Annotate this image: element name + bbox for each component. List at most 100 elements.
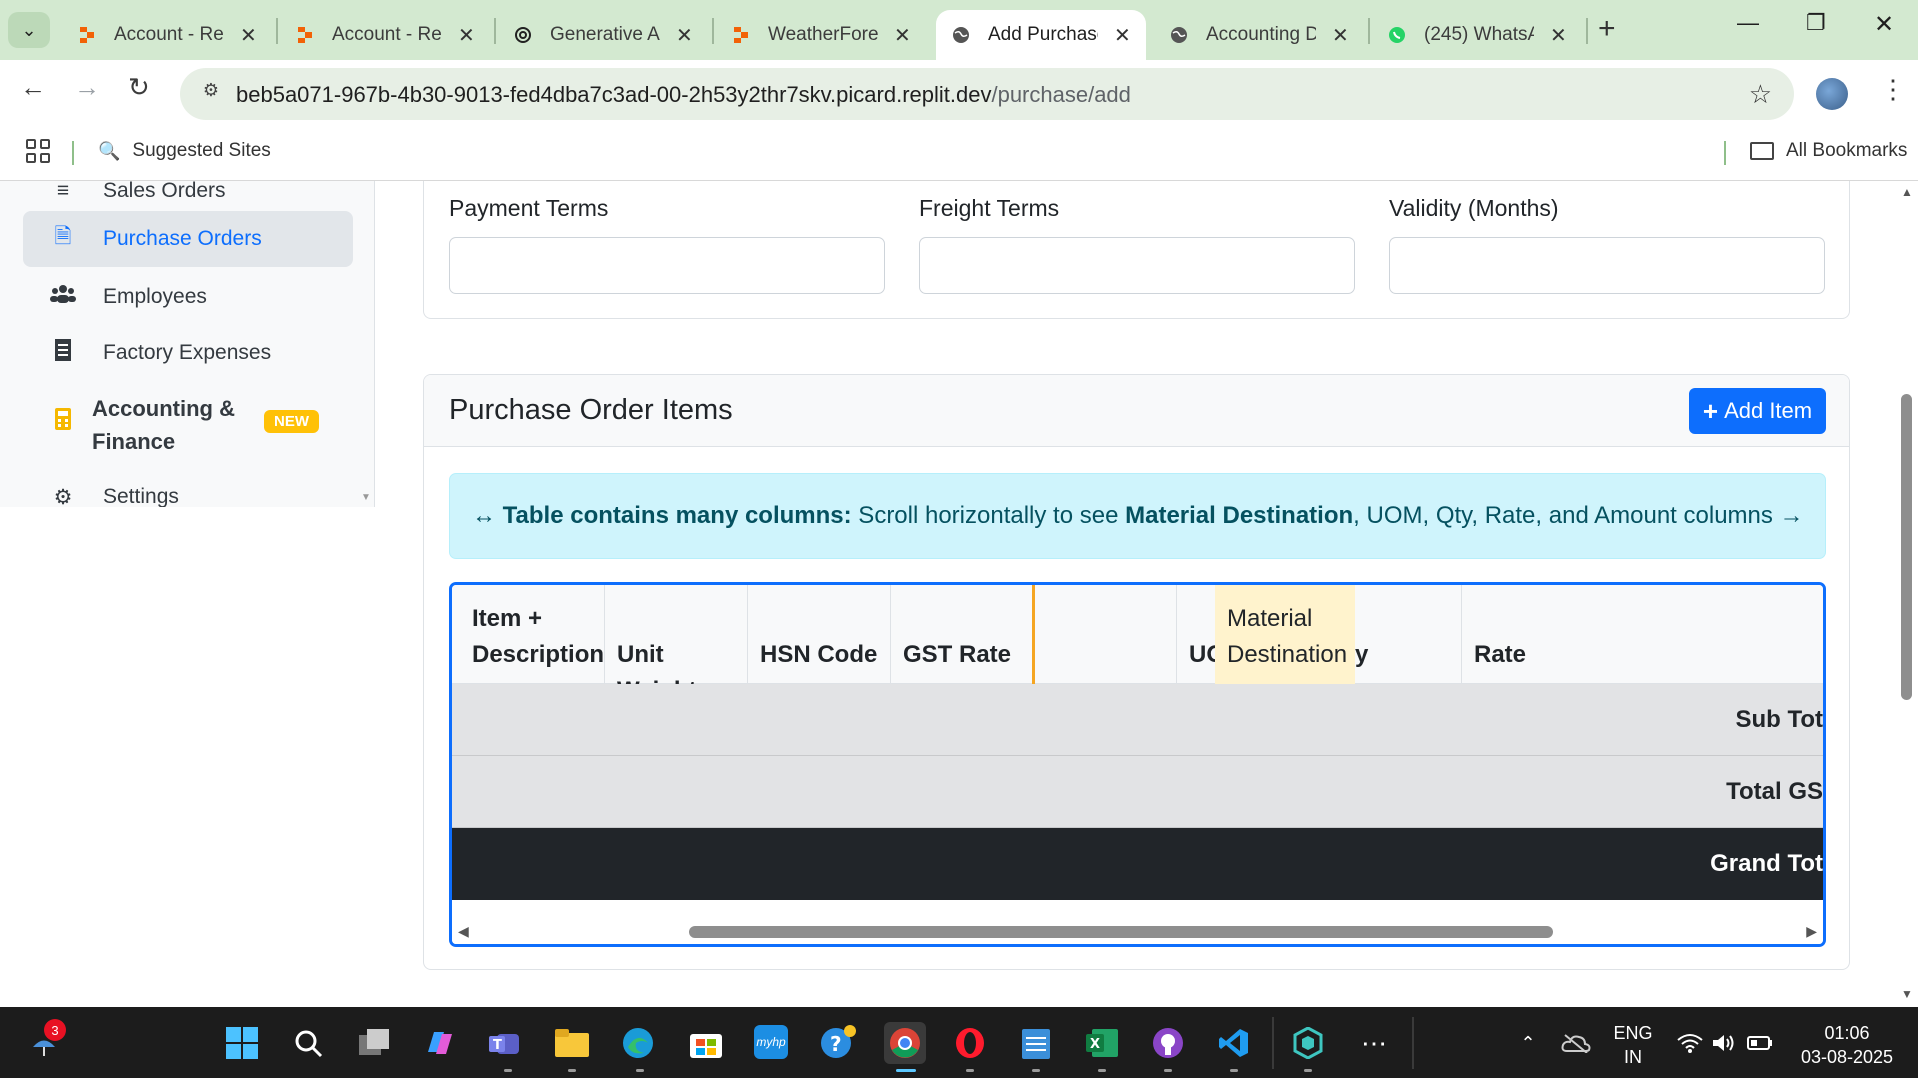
search-icon: 🔍 — [98, 140, 121, 161]
col-material-destination: Material Destination — [1215, 585, 1355, 684]
back-button[interactable]: ← — [20, 72, 46, 103]
sidebar-item-factory-expenses[interactable]: Factory Expenses — [23, 325, 353, 381]
close-icon[interactable]: ✕ — [240, 23, 257, 48]
address-bar[interactable]: ⚙ beb5a071-967b-4b30-9013-fed4dba7c3ad-0… — [180, 68, 1794, 120]
vscode-icon[interactable] — [1216, 1025, 1252, 1061]
browser-toolbar: ← → ↻ ⚙ beb5a071-967b-4b30-9013-fed4dba7… — [0, 60, 1918, 127]
battery-icon[interactable] — [1742, 1025, 1778, 1061]
close-icon[interactable]: ✕ — [458, 23, 475, 48]
freight-terms-label: Freight Terms — [919, 195, 1060, 221]
add-item-button[interactable]: + Add Item — [1689, 388, 1826, 434]
page-vertical-scrollbar[interactable]: ▲ ▼ — [1896, 181, 1918, 1007]
tab-search-button[interactable]: ⌄ — [8, 12, 50, 48]
sidebar-item-employees[interactable]: Employees — [23, 269, 353, 325]
chevron-down-icon: ⌄ — [21, 19, 37, 40]
restore-button[interactable]: ❐ — [1806, 10, 1826, 36]
plus-icon: + — [1598, 12, 1616, 45]
items-card-title: Purchase Order Items — [449, 394, 733, 426]
tab-title: Account - Rep — [332, 24, 442, 45]
plus-icon: + — [1702, 395, 1719, 426]
tab-title: Account - Rep — [114, 24, 224, 45]
onedrive-icon[interactable] — [1558, 1025, 1594, 1061]
tab-title: Add Purchase — [988, 24, 1098, 45]
tab-accounting-dashboard[interactable]: Accounting Da ✕ — [1154, 10, 1363, 60]
bookmark-star-icon[interactable]: ☆ — [1749, 79, 1772, 110]
payment-terms-label: Payment Terms — [449, 195, 609, 221]
chrome-icon[interactable] — [884, 1022, 926, 1064]
chevron-up-icon[interactable]: ⌃ — [1510, 1025, 1546, 1061]
tab-generative-ai[interactable]: Generative AI ✕ — [498, 10, 707, 60]
reload-icon: ↻ — [128, 72, 150, 102]
language-indicator[interactable]: ENG IN — [1608, 1021, 1658, 1069]
site-settings-icon[interactable]: ⚙ — [196, 80, 226, 108]
copilot-icon[interactable] — [422, 1025, 458, 1061]
tab-add-purchase[interactable]: Add Purchase ✕ — [936, 10, 1146, 60]
close-icon[interactable]: ✕ — [1550, 23, 1567, 48]
scrollbar-thumb[interactable] — [689, 926, 1553, 938]
close-icon: ✕ — [1874, 11, 1895, 38]
tab-whatsapp[interactable]: (245) WhatsAp ✕ — [1372, 10, 1581, 60]
sidebar-item-purchase-orders[interactable]: 🗎 Purchase Orders — [23, 211, 353, 267]
col-uom: UO — [1177, 585, 1217, 684]
tab-title: WeatherForec — [768, 24, 878, 45]
task-view-icon[interactable] — [356, 1025, 392, 1061]
minimize-icon: — — [1737, 10, 1759, 35]
sidebar-scroll-down-icon[interactable]: ▼ — [361, 492, 371, 503]
close-window-button[interactable]: ✕ — [1874, 10, 1894, 39]
browser-menu-button[interactable]: ⋮ — [1880, 74, 1906, 105]
freight-terms-input[interactable] — [919, 237, 1355, 294]
opera-icon[interactable] — [952, 1025, 988, 1061]
close-icon[interactable]: ✕ — [1332, 23, 1349, 48]
microsoft-store-icon[interactable] — [688, 1025, 724, 1061]
openai-icon — [512, 24, 534, 46]
close-icon[interactable]: ✕ — [894, 23, 911, 48]
scroll-hint-alert: ↔ Table contains many columns: Scroll ho… — [449, 473, 1826, 559]
windows-start-icon[interactable] — [224, 1025, 260, 1061]
scroll-up-icon[interactable]: ▲ — [1901, 185, 1913, 199]
github-desktop-icon[interactable] — [1150, 1025, 1186, 1061]
tab-weatherforecast[interactable]: WeatherForec ✕ — [716, 10, 925, 60]
minimize-button[interactable]: — — [1737, 10, 1759, 36]
page-scrollbar-thumb[interactable] — [1901, 394, 1912, 700]
file-explorer-icon[interactable] — [554, 1025, 590, 1061]
tab-account-rep-2[interactable]: Account - Rep ✕ — [280, 10, 489, 60]
items-table[interactable]: Item +Description Unit Weight HSN Code G… — [449, 582, 1826, 947]
close-icon[interactable]: ✕ — [1114, 23, 1131, 48]
url-text[interactable]: beb5a071-967b-4b30-9013-fed4dba7c3ad-00-… — [236, 82, 1131, 108]
sidebar-item-accounting-finance[interactable]: Accounting & Finance NEW — [23, 386, 353, 458]
reload-button[interactable]: ↻ — [128, 72, 150, 103]
myhp-icon[interactable]: myhp — [754, 1025, 788, 1059]
clock[interactable]: 01:06 03-08-2025 — [1792, 1021, 1902, 1069]
payment-terms-input[interactable] — [449, 237, 885, 294]
more-apps-icon[interactable]: ⋯ — [1356, 1025, 1392, 1061]
validity-months-input[interactable] — [1389, 237, 1825, 294]
scroll-right-icon[interactable]: ▶ — [1806, 923, 1817, 940]
volume-icon[interactable] — [1706, 1025, 1742, 1061]
forward-button[interactable]: → — [74, 72, 100, 103]
scroll-down-icon[interactable]: ▼ — [1901, 987, 1913, 1001]
excel-icon[interactable]: X — [1084, 1025, 1120, 1061]
all-bookmarks-button[interactable]: All Bookmarks — [1750, 140, 1907, 162]
sidebar: ≡ Sales Orders 🗎 Purchase Orders Employe… — [0, 181, 375, 507]
replit-icon — [294, 24, 316, 46]
bookmark-suggested-sites[interactable]: 🔍 Suggested Sites — [98, 140, 271, 162]
profile-avatar[interactable] — [1816, 78, 1848, 110]
col-blank — [1035, 585, 1177, 684]
search-icon[interactable] — [290, 1025, 326, 1061]
app-hexagon-icon[interactable] — [1290, 1025, 1326, 1061]
tab-account-rep-1[interactable]: Account - Rep ✕ — [62, 10, 271, 60]
apps-grid-icon[interactable] — [26, 139, 50, 163]
items-card-header: Purchase Order Items + Add Item — [424, 375, 1849, 447]
col-hsn-code: HSN Code — [748, 585, 891, 684]
edge-icon[interactable] — [620, 1025, 656, 1061]
table-horizontal-scrollbar[interactable]: ◀ ▶ — [452, 920, 1823, 944]
notepad-icon[interactable] — [1018, 1025, 1054, 1061]
teams-icon[interactable]: T — [488, 1025, 524, 1061]
close-icon[interactable]: ✕ — [676, 23, 693, 48]
wifi-icon[interactable] — [1672, 1025, 1708, 1061]
new-tab-button[interactable]: + — [1598, 12, 1616, 46]
help-icon[interactable]: ? — [820, 1025, 856, 1061]
terms-card: Payment Terms Freight Terms Validity (Mo… — [423, 181, 1850, 319]
sidebar-item-settings[interactable]: ⚙ Settings — [23, 469, 353, 507]
scroll-left-icon[interactable]: ◀ — [458, 923, 469, 940]
